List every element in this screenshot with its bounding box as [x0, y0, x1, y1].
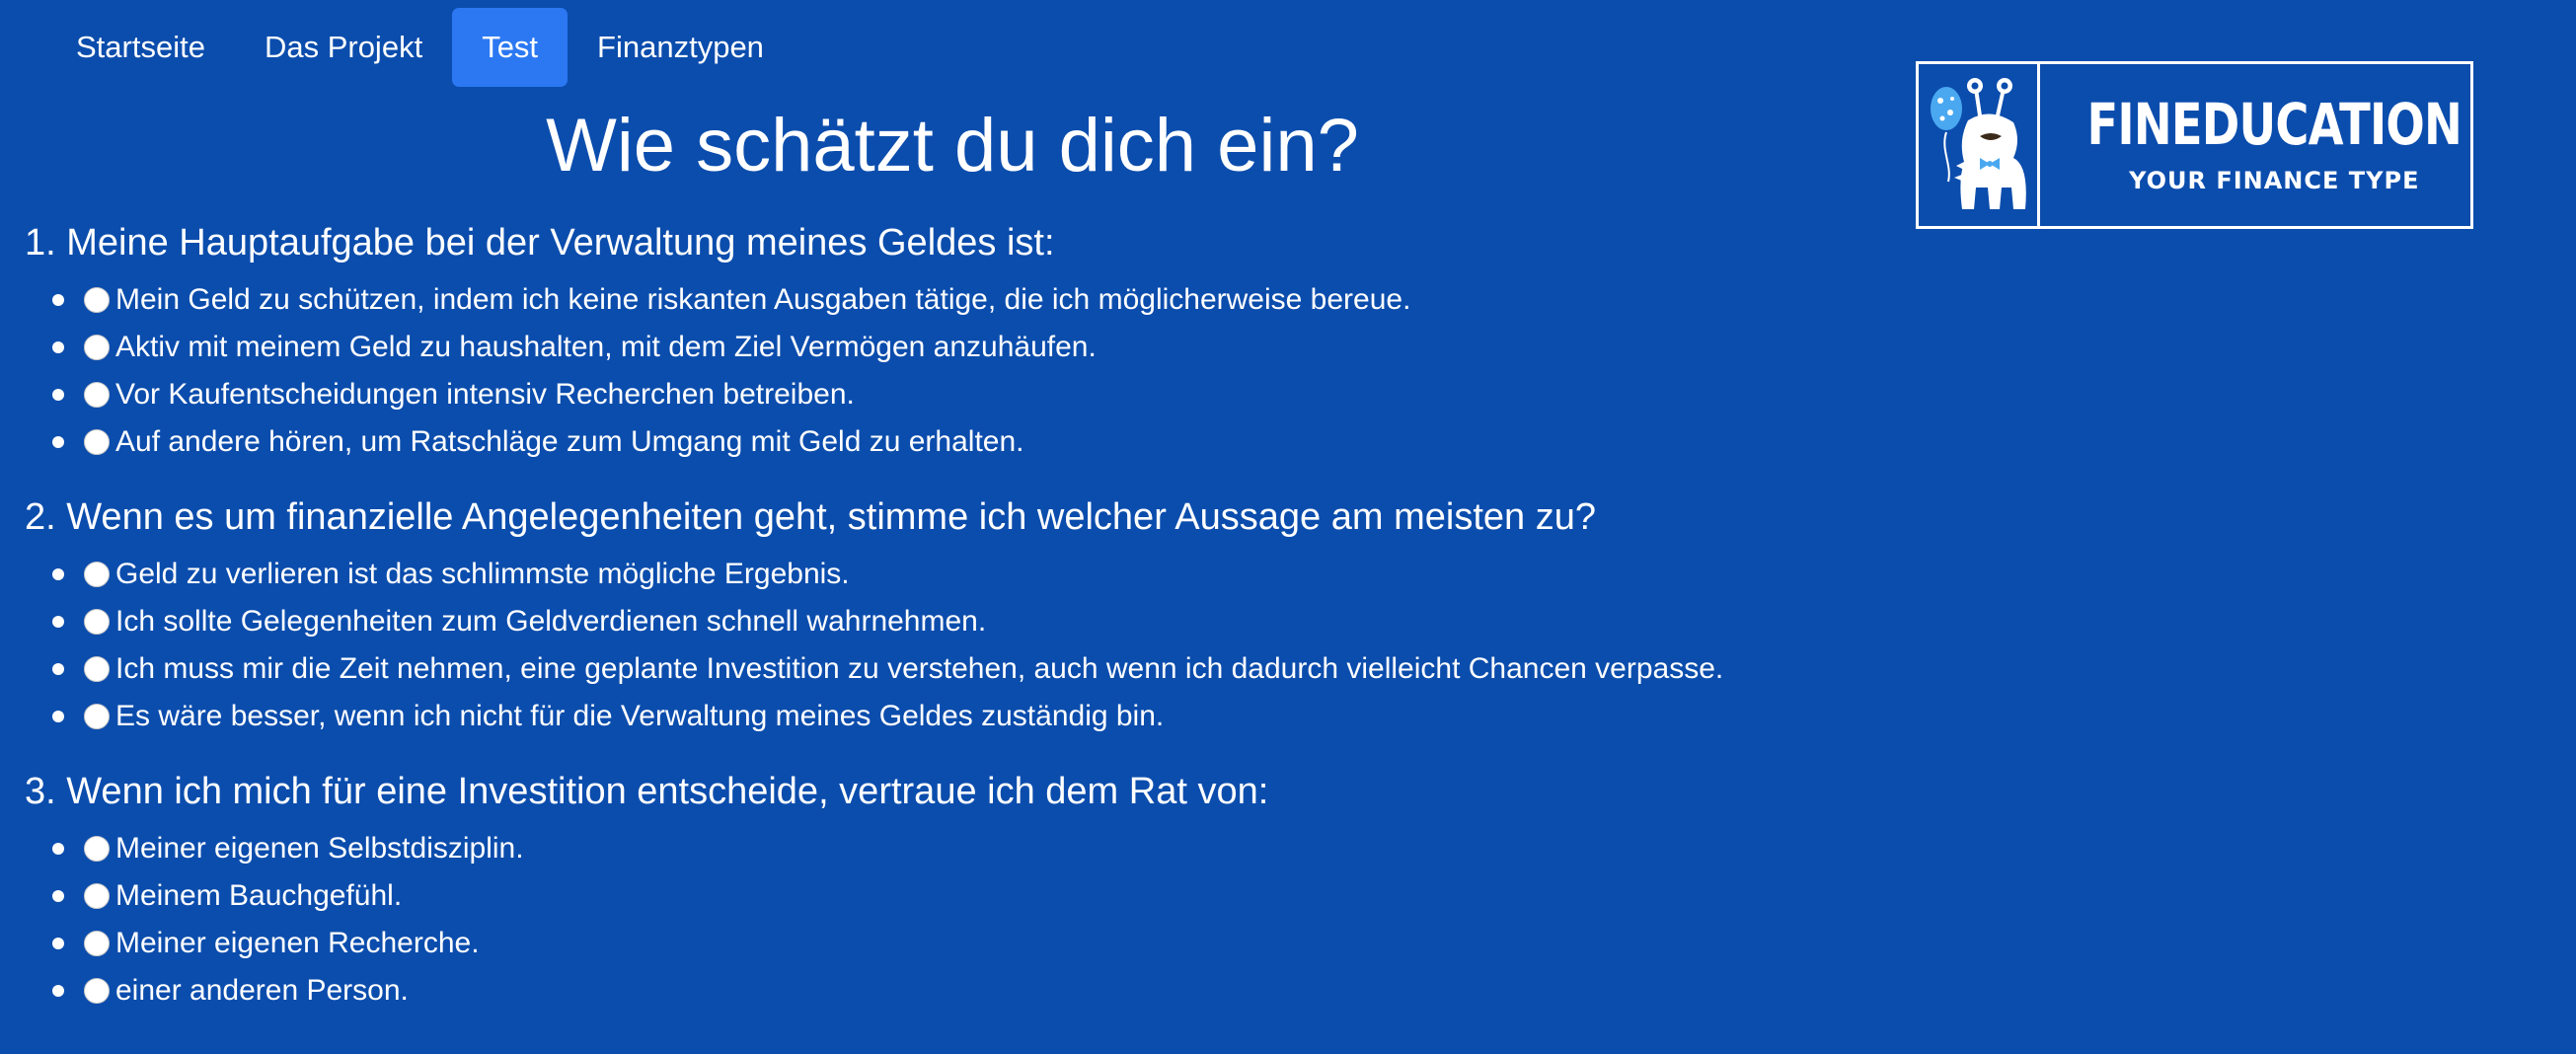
radio-button[interactable] [84, 562, 110, 587]
radio-button[interactable] [84, 704, 110, 729]
bullet-icon [52, 294, 64, 306]
bullet-icon [52, 616, 64, 628]
answer-label[interactable]: Vor Kaufentscheidungen intensiv Recherch… [115, 378, 855, 412]
bullet-icon [52, 843, 64, 855]
nav-item-das-projekt[interactable]: Das Projekt [235, 8, 452, 87]
answer-label[interactable]: Es wäre besser, wenn ich nicht für die V… [115, 700, 1164, 733]
answer-label[interactable]: Ich sollte Gelegenheiten zum Geldverdien… [115, 605, 986, 639]
bullet-icon [52, 568, 64, 580]
answer-list: Meiner eigenen Selbstdisziplin. Meinem B… [25, 825, 1900, 1015]
answer-option[interactable]: Meiner eigenen Recherche. [25, 920, 1900, 967]
logo-text: FINEDUCATION YOUR FINANCE TYPE [2040, 64, 2509, 226]
answer-option[interactable]: Mein Geld zu schützen, indem ich keine r… [25, 276, 1900, 324]
nav-item-startseite[interactable]: Startseite [46, 8, 235, 87]
question-heading: 1. Meine Hauptaufgabe bei der Verwaltung… [25, 222, 1055, 264]
answer-option[interactable]: Auf andere hören, um Ratschläge zum Umga… [25, 418, 1900, 466]
question-2: 2. Wenn es um finanzielle Angelegenheite… [25, 491, 1900, 740]
answer-label[interactable]: Auf andere hören, um Ratschläge zum Umga… [115, 425, 1023, 459]
radio-button[interactable] [84, 609, 110, 635]
answer-list: Mein Geld zu schützen, indem ich keine r… [25, 276, 1900, 466]
answer-option[interactable]: Ich muss mir die Zeit nehmen, eine gepla… [25, 645, 1900, 693]
question-heading: 3. Wenn ich mich für eine Investition en… [25, 771, 1269, 812]
radio-button[interactable] [84, 335, 110, 360]
mascot-icon [1919, 64, 2040, 226]
answer-option[interactable]: Meinem Bauchgefühl. [25, 872, 1900, 920]
answer-option[interactable]: Geld zu verlieren ist das schlimmste mög… [25, 551, 1900, 598]
answer-label[interactable]: Mein Geld zu schützen, indem ich keine r… [115, 283, 1410, 317]
answer-list: Geld zu verlieren ist das schlimmste mög… [25, 551, 1900, 740]
answer-label[interactable]: Meinem Bauchgefühl. [115, 879, 402, 913]
bullet-icon [52, 985, 64, 997]
logo-title: FINEDUCATION [2086, 91, 2462, 158]
radio-button[interactable] [84, 978, 110, 1004]
bullet-icon [52, 436, 64, 448]
answer-label[interactable]: einer anderen Person. [115, 974, 409, 1008]
answer-option[interactable]: Ich sollte Gelegenheiten zum Geldverdien… [25, 598, 1900, 645]
fineducation-logo: FINEDUCATION YOUR FINANCE TYPE [1916, 61, 2473, 229]
bullet-icon [52, 389, 64, 401]
bullet-icon [52, 341, 64, 353]
logo-subtitle: YOUR FINANCE TYPE [2129, 167, 2420, 194]
question-1: 1. Meine Hauptaufgabe bei der Verwaltung… [25, 217, 1900, 466]
bullet-icon [52, 663, 64, 675]
questionnaire: 1. Meine Hauptaufgabe bei der Verwaltung… [25, 217, 1900, 1040]
page-title: Wie schätzt du dich ein? [546, 104, 1359, 188]
answer-label[interactable]: Meiner eigenen Recherche. [115, 927, 480, 960]
answer-label[interactable]: Ich muss mir die Zeit nehmen, eine gepla… [115, 652, 1723, 686]
radio-button[interactable] [84, 836, 110, 862]
answer-option[interactable]: Es wäre besser, wenn ich nicht für die V… [25, 693, 1900, 740]
bullet-icon [52, 890, 64, 902]
nav-item-test[interactable]: Test [452, 8, 568, 87]
radio-button[interactable] [84, 883, 110, 909]
answer-option[interactable]: einer anderen Person. [25, 967, 1900, 1015]
bullet-icon [52, 938, 64, 949]
answer-label[interactable]: Meiner eigenen Selbstdisziplin. [115, 832, 524, 866]
radio-button[interactable] [84, 287, 110, 313]
question-heading: 2. Wenn es um finanzielle Angelegenheite… [25, 496, 1596, 538]
question-3: 3. Wenn ich mich für eine Investition en… [25, 766, 1900, 1015]
answer-label[interactable]: Geld zu verlieren ist das schlimmste mög… [115, 558, 850, 591]
radio-button[interactable] [84, 931, 110, 956]
nav-item-finanztypen[interactable]: Finanztypen [568, 8, 794, 87]
answer-option[interactable]: Vor Kaufentscheidungen intensiv Recherch… [25, 371, 1900, 418]
answer-option[interactable]: Meiner eigenen Selbstdisziplin. [25, 825, 1900, 872]
radio-button[interactable] [84, 656, 110, 682]
main-nav: Startseite Das Projekt Test Finanztypen [46, 8, 794, 87]
radio-button[interactable] [84, 382, 110, 408]
answer-option[interactable]: Aktiv mit meinem Geld zu haushalten, mit… [25, 324, 1900, 371]
answer-label[interactable]: Aktiv mit meinem Geld zu haushalten, mit… [115, 331, 1097, 364]
radio-button[interactable] [84, 429, 110, 455]
bullet-icon [52, 711, 64, 722]
